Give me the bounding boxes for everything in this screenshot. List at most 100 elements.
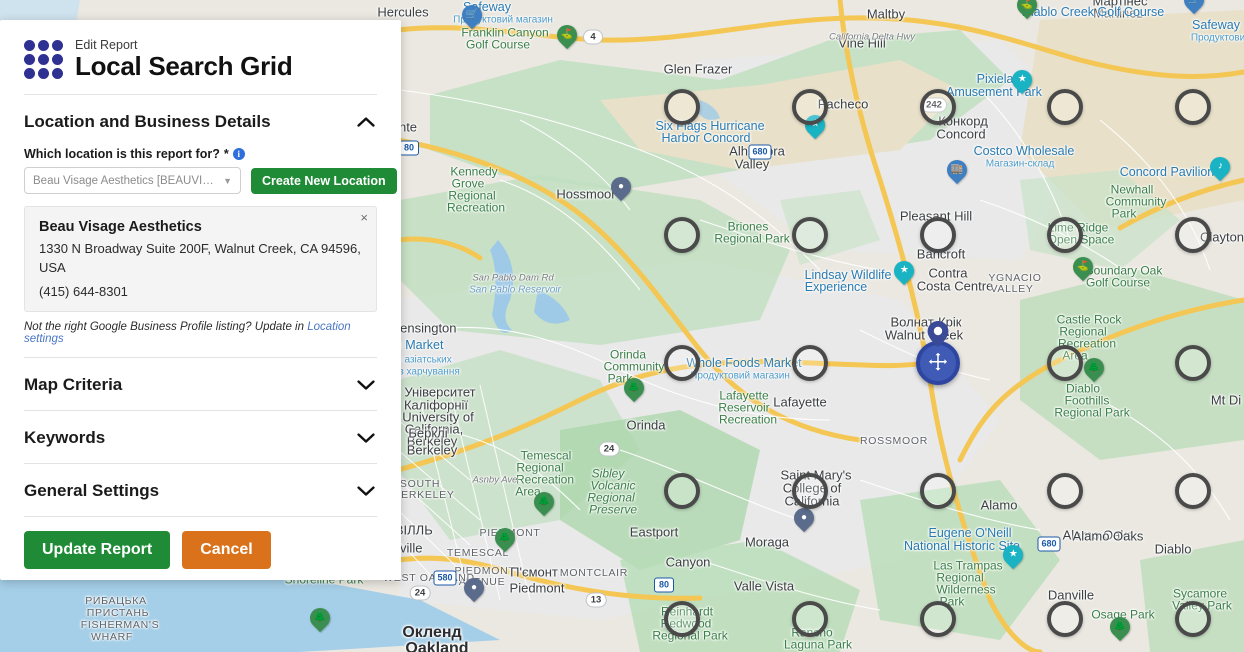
park-pin[interactable]: 🌲 bbox=[619, 373, 649, 403]
chevron-up-icon[interactable] bbox=[355, 111, 377, 133]
accordion-header-map-criteria[interactable]: Map Criteria bbox=[24, 358, 377, 410]
pin-glyph-icon: ★ bbox=[899, 265, 909, 276]
grid-point-marker-r4-c5[interactable] bbox=[1175, 473, 1211, 509]
pin-glyph-icon: ★ bbox=[1008, 549, 1018, 560]
grid-point-marker-r1-c1[interactable] bbox=[664, 89, 700, 125]
grid-point-marker-r3-c5[interactable] bbox=[1175, 345, 1211, 381]
pin-glyph-icon: 🌲 bbox=[627, 382, 641, 394]
accordion-header-keywords[interactable]: Keywords bbox=[24, 411, 377, 463]
listing-note: Not the right Google Business Profile li… bbox=[24, 321, 377, 357]
park-pin[interactable]: 🌲 bbox=[490, 523, 520, 553]
pin-body: 🛒 bbox=[457, 0, 487, 30]
accordion-body-location-business-details: Which location is this report for? * i B… bbox=[24, 147, 397, 357]
pin-body: ♪ bbox=[1205, 152, 1235, 182]
edit-report-panel: Edit Report Local Search Grid Location a… bbox=[0, 20, 401, 580]
pin-body: ★ bbox=[998, 540, 1028, 570]
pin-glyph-icon: ● bbox=[800, 512, 808, 524]
pin-body: 🏬 bbox=[942, 155, 972, 185]
accordion-header-location-business-details[interactable]: Location and Business Details bbox=[24, 95, 377, 147]
pin-glyph-icon: ★ bbox=[1017, 74, 1027, 85]
pin-glyph-icon: 🌲 bbox=[537, 496, 551, 508]
grid-point-marker-r5-c1[interactable] bbox=[664, 601, 700, 637]
safeway-pin[interactable]: 🛒 bbox=[1179, 0, 1209, 15]
grid-dots-icon bbox=[24, 39, 63, 79]
pin-body: ● bbox=[459, 573, 489, 603]
grid-point-marker-r4-c2[interactable] bbox=[792, 473, 828, 509]
grid-point-marker-r1-c4[interactable] bbox=[1047, 89, 1083, 125]
park-pin[interactable]: 🌲 bbox=[529, 487, 559, 517]
costco-pin[interactable]: 🏬 bbox=[942, 155, 972, 185]
grid-point-marker-r5-c2[interactable] bbox=[792, 601, 828, 637]
grid-point-marker-r3-c1[interactable] bbox=[664, 345, 700, 381]
location-pin-icon bbox=[927, 321, 949, 347]
chevron-down-icon[interactable] bbox=[355, 480, 377, 502]
accordion-title: Location and Business Details bbox=[24, 112, 271, 132]
grid-point-marker-r2-c1[interactable] bbox=[664, 217, 700, 253]
route-shield: 24 bbox=[409, 585, 431, 601]
pin-glyph-icon: 🌲 bbox=[498, 532, 512, 544]
update-report-button[interactable]: Update Report bbox=[24, 530, 171, 569]
grid-point-marker-r5-c5[interactable] bbox=[1175, 601, 1211, 637]
pavilion-pin[interactable]: ♪ bbox=[1205, 152, 1235, 182]
route-shield: 580 bbox=[433, 570, 457, 586]
golf-pin[interactable]: ⛳ bbox=[1068, 252, 1098, 282]
grid-point-marker-r3-c2[interactable] bbox=[792, 345, 828, 381]
chevron-down-icon[interactable] bbox=[355, 427, 377, 449]
grid-point-marker-r5-c4[interactable] bbox=[1047, 601, 1083, 637]
pin-glyph-icon: ● bbox=[470, 582, 478, 594]
hossmoor-pin[interactable]: ● bbox=[606, 172, 636, 202]
grid-point-marker-r1-c2[interactable] bbox=[792, 89, 828, 125]
berkeley-pin[interactable]: ● bbox=[459, 573, 489, 603]
amusement-pin[interactable]: ★ bbox=[1007, 65, 1037, 95]
location-select[interactable]: Beau Visage Aesthetics [BEAUVISA... ▼ bbox=[24, 167, 241, 195]
pin-glyph-icon: 🛒 bbox=[465, 9, 479, 21]
pin-body: ⛳ bbox=[552, 20, 582, 50]
grid-point-marker-r2-c3[interactable] bbox=[920, 217, 956, 253]
pin-body: ⛳ bbox=[1068, 252, 1098, 282]
accordion-header-general-settings[interactable]: General Settings bbox=[24, 464, 377, 516]
pin-glyph-icon: 🌲 bbox=[1087, 362, 1101, 374]
historic-site-pin[interactable]: ★ bbox=[998, 540, 1028, 570]
grid-point-marker-r4-c1[interactable] bbox=[664, 473, 700, 509]
grid-point-marker-r1-c5[interactable] bbox=[1175, 89, 1211, 125]
grid-point-marker-r4-c3[interactable] bbox=[920, 473, 956, 509]
grid-point-marker-r5-c3[interactable] bbox=[920, 601, 956, 637]
close-icon[interactable]: × bbox=[360, 211, 368, 224]
accordion-title: Keywords bbox=[24, 427, 106, 447]
grid-point-marker-r2-c2[interactable] bbox=[792, 217, 828, 253]
chevron-down-icon[interactable] bbox=[355, 374, 377, 396]
golf-pin[interactable]: ⛳ bbox=[552, 20, 582, 50]
grid-point-marker-r2-c5[interactable] bbox=[1175, 217, 1211, 253]
route-shield: 80 bbox=[399, 140, 419, 156]
accordion-title: General Settings bbox=[24, 480, 160, 500]
grid-point-marker-r2-c4[interactable] bbox=[1047, 217, 1083, 253]
pin-body: 🌲 bbox=[529, 487, 559, 517]
grid-point-marker-r4-c4[interactable] bbox=[1047, 473, 1083, 509]
pin-glyph-icon: ⛳ bbox=[560, 29, 574, 41]
panel-brand: Edit Report Local Search Grid bbox=[24, 20, 377, 80]
shoreline-park-pin[interactable]: 🌲 bbox=[305, 603, 335, 633]
safeway-pin[interactable]: 🛒 bbox=[457, 0, 487, 30]
drag-handle-ring[interactable] bbox=[916, 341, 960, 385]
wildlife-pin[interactable]: ★ bbox=[889, 256, 919, 286]
pin-body: 🌲 bbox=[619, 373, 649, 403]
business-name: Beau Visage Aesthetics bbox=[39, 219, 202, 236]
route-shield: 24 bbox=[598, 441, 620, 457]
map-center-drag-marker[interactable] bbox=[916, 321, 960, 385]
location-field-row: Beau Visage Aesthetics [BEAUVISA... ▼ Cr… bbox=[24, 167, 397, 195]
cancel-button[interactable]: Cancel bbox=[182, 530, 271, 569]
create-new-location-button[interactable]: Create New Location bbox=[251, 167, 397, 194]
golf-pin[interactable]: ⛳ bbox=[1012, 0, 1042, 20]
grid-point-marker-r1-c3[interactable] bbox=[920, 89, 956, 125]
park-pin[interactable]: 🌲 bbox=[1079, 353, 1109, 383]
info-icon[interactable]: i bbox=[232, 148, 245, 161]
page-title: Local Search Grid bbox=[75, 51, 293, 81]
grid-point-marker-r3-c4[interactable] bbox=[1047, 345, 1083, 381]
osage-park-pin[interactable]: 🌲 bbox=[1105, 612, 1135, 642]
panel-actions: Update Report Cancel bbox=[24, 515, 377, 569]
college-pin[interactable]: ● bbox=[789, 503, 819, 533]
pin-glyph-icon: ⛳ bbox=[1020, 0, 1034, 11]
listing-note-text: Not the right Google Business Profile li… bbox=[24, 320, 308, 333]
pin-glyph-icon: ♪ bbox=[1217, 161, 1223, 172]
pin-glyph-icon: ● bbox=[617, 181, 625, 193]
